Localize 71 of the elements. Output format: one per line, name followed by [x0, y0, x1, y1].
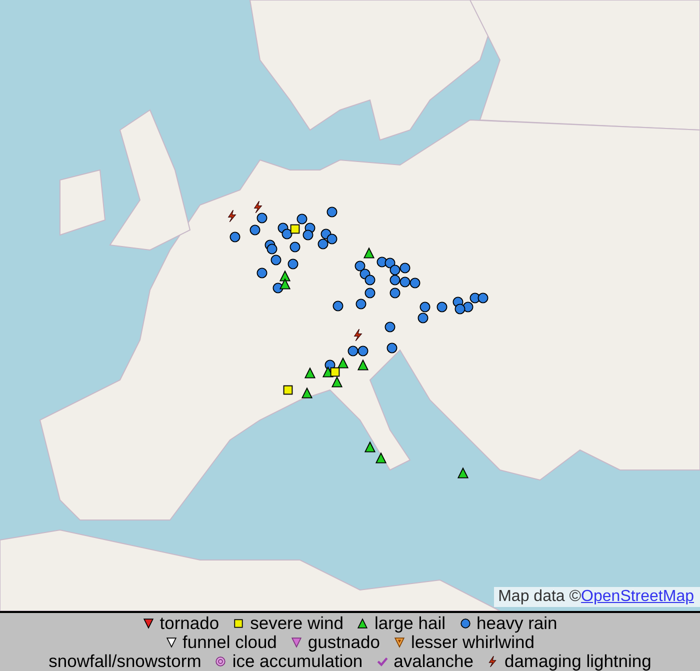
circle-icon: [419, 301, 431, 313]
circle-icon: [326, 233, 338, 245]
legend-label: damaging lightning: [504, 652, 652, 671]
circle-icon: [417, 312, 429, 324]
circle-icon: [270, 254, 282, 266]
circle-icon: [326, 206, 338, 218]
legend-label: gustnado: [308, 633, 380, 652]
circle-icon: [317, 238, 329, 250]
triangle-icon: [331, 376, 343, 388]
down-triangle-icon: [142, 618, 154, 629]
legend-label: tornado: [160, 614, 220, 633]
circle-icon: [364, 287, 376, 299]
legend-label: funnel cloud: [182, 633, 277, 652]
attribution-text: Map data ©: [498, 587, 582, 607]
circle-icon: [287, 258, 299, 270]
circle-icon: [460, 618, 471, 629]
circle-icon: [256, 212, 268, 224]
legend-label: large hail: [374, 614, 446, 633]
circle-icon: [266, 243, 278, 255]
circle-icon: [355, 298, 367, 310]
circle-icon: [296, 213, 308, 225]
legend-label: heavy rain: [476, 614, 558, 633]
circle-icon: [399, 262, 411, 274]
legend-label: ice accumulation: [232, 652, 363, 671]
triangle-icon: [279, 278, 291, 290]
circle-icon: [256, 267, 268, 279]
down-triangle-icon: [394, 637, 405, 648]
triangle-icon: [357, 618, 368, 629]
triangle-icon: [363, 247, 375, 259]
circle-icon: [354, 260, 366, 272]
triangle-icon: [457, 467, 469, 479]
circle-icon: [386, 342, 398, 354]
circle-icon: [399, 276, 411, 288]
circle-icon: [364, 274, 376, 286]
legend-label: severe wind: [250, 614, 344, 633]
legend-label: lesser whirlwind: [410, 633, 534, 652]
check-mark-icon: [376, 656, 388, 667]
circle-icon: [332, 300, 344, 312]
square-icon: [233, 618, 244, 629]
legend-label: avalanche: [394, 652, 474, 671]
triangle-icon: [357, 359, 369, 371]
circle-icon: [384, 321, 396, 333]
square-icon: [282, 384, 294, 396]
triangle-icon: [279, 270, 291, 282]
lightning-bolt-icon: [352, 329, 364, 341]
down-triangle-icon: [166, 637, 177, 648]
circle-icon: [454, 303, 466, 315]
lightning-bolt-icon: [226, 210, 238, 222]
legend-label: snowfall/snowstorm: [48, 652, 202, 671]
triangle-icon: [337, 357, 349, 369]
circle-icon: [302, 229, 314, 241]
triangle-icon: [375, 452, 387, 464]
circle-icon: [289, 241, 301, 253]
circle-icon: [409, 277, 421, 289]
square-icon: [329, 366, 341, 378]
triangle-icon: [304, 367, 316, 379]
circle-icon: [477, 292, 489, 304]
lightning-bolt-icon: [487, 656, 498, 667]
circle-icon: [436, 301, 448, 313]
circle-icon: [249, 224, 261, 236]
triangle-icon: [322, 366, 334, 378]
circle-icon: [281, 228, 293, 240]
triangle-icon: [301, 387, 313, 399]
triangle-icon: [364, 441, 376, 453]
lightning-bolt-icon: [252, 201, 264, 213]
openstreetmap-link[interactable]: OpenStreetMap: [581, 587, 694, 607]
square-icon: [289, 223, 301, 235]
circle-icon: [389, 287, 401, 299]
down-triangle-icon: [290, 637, 302, 648]
circle-icon: [384, 257, 396, 269]
circle-icon: [229, 231, 241, 243]
